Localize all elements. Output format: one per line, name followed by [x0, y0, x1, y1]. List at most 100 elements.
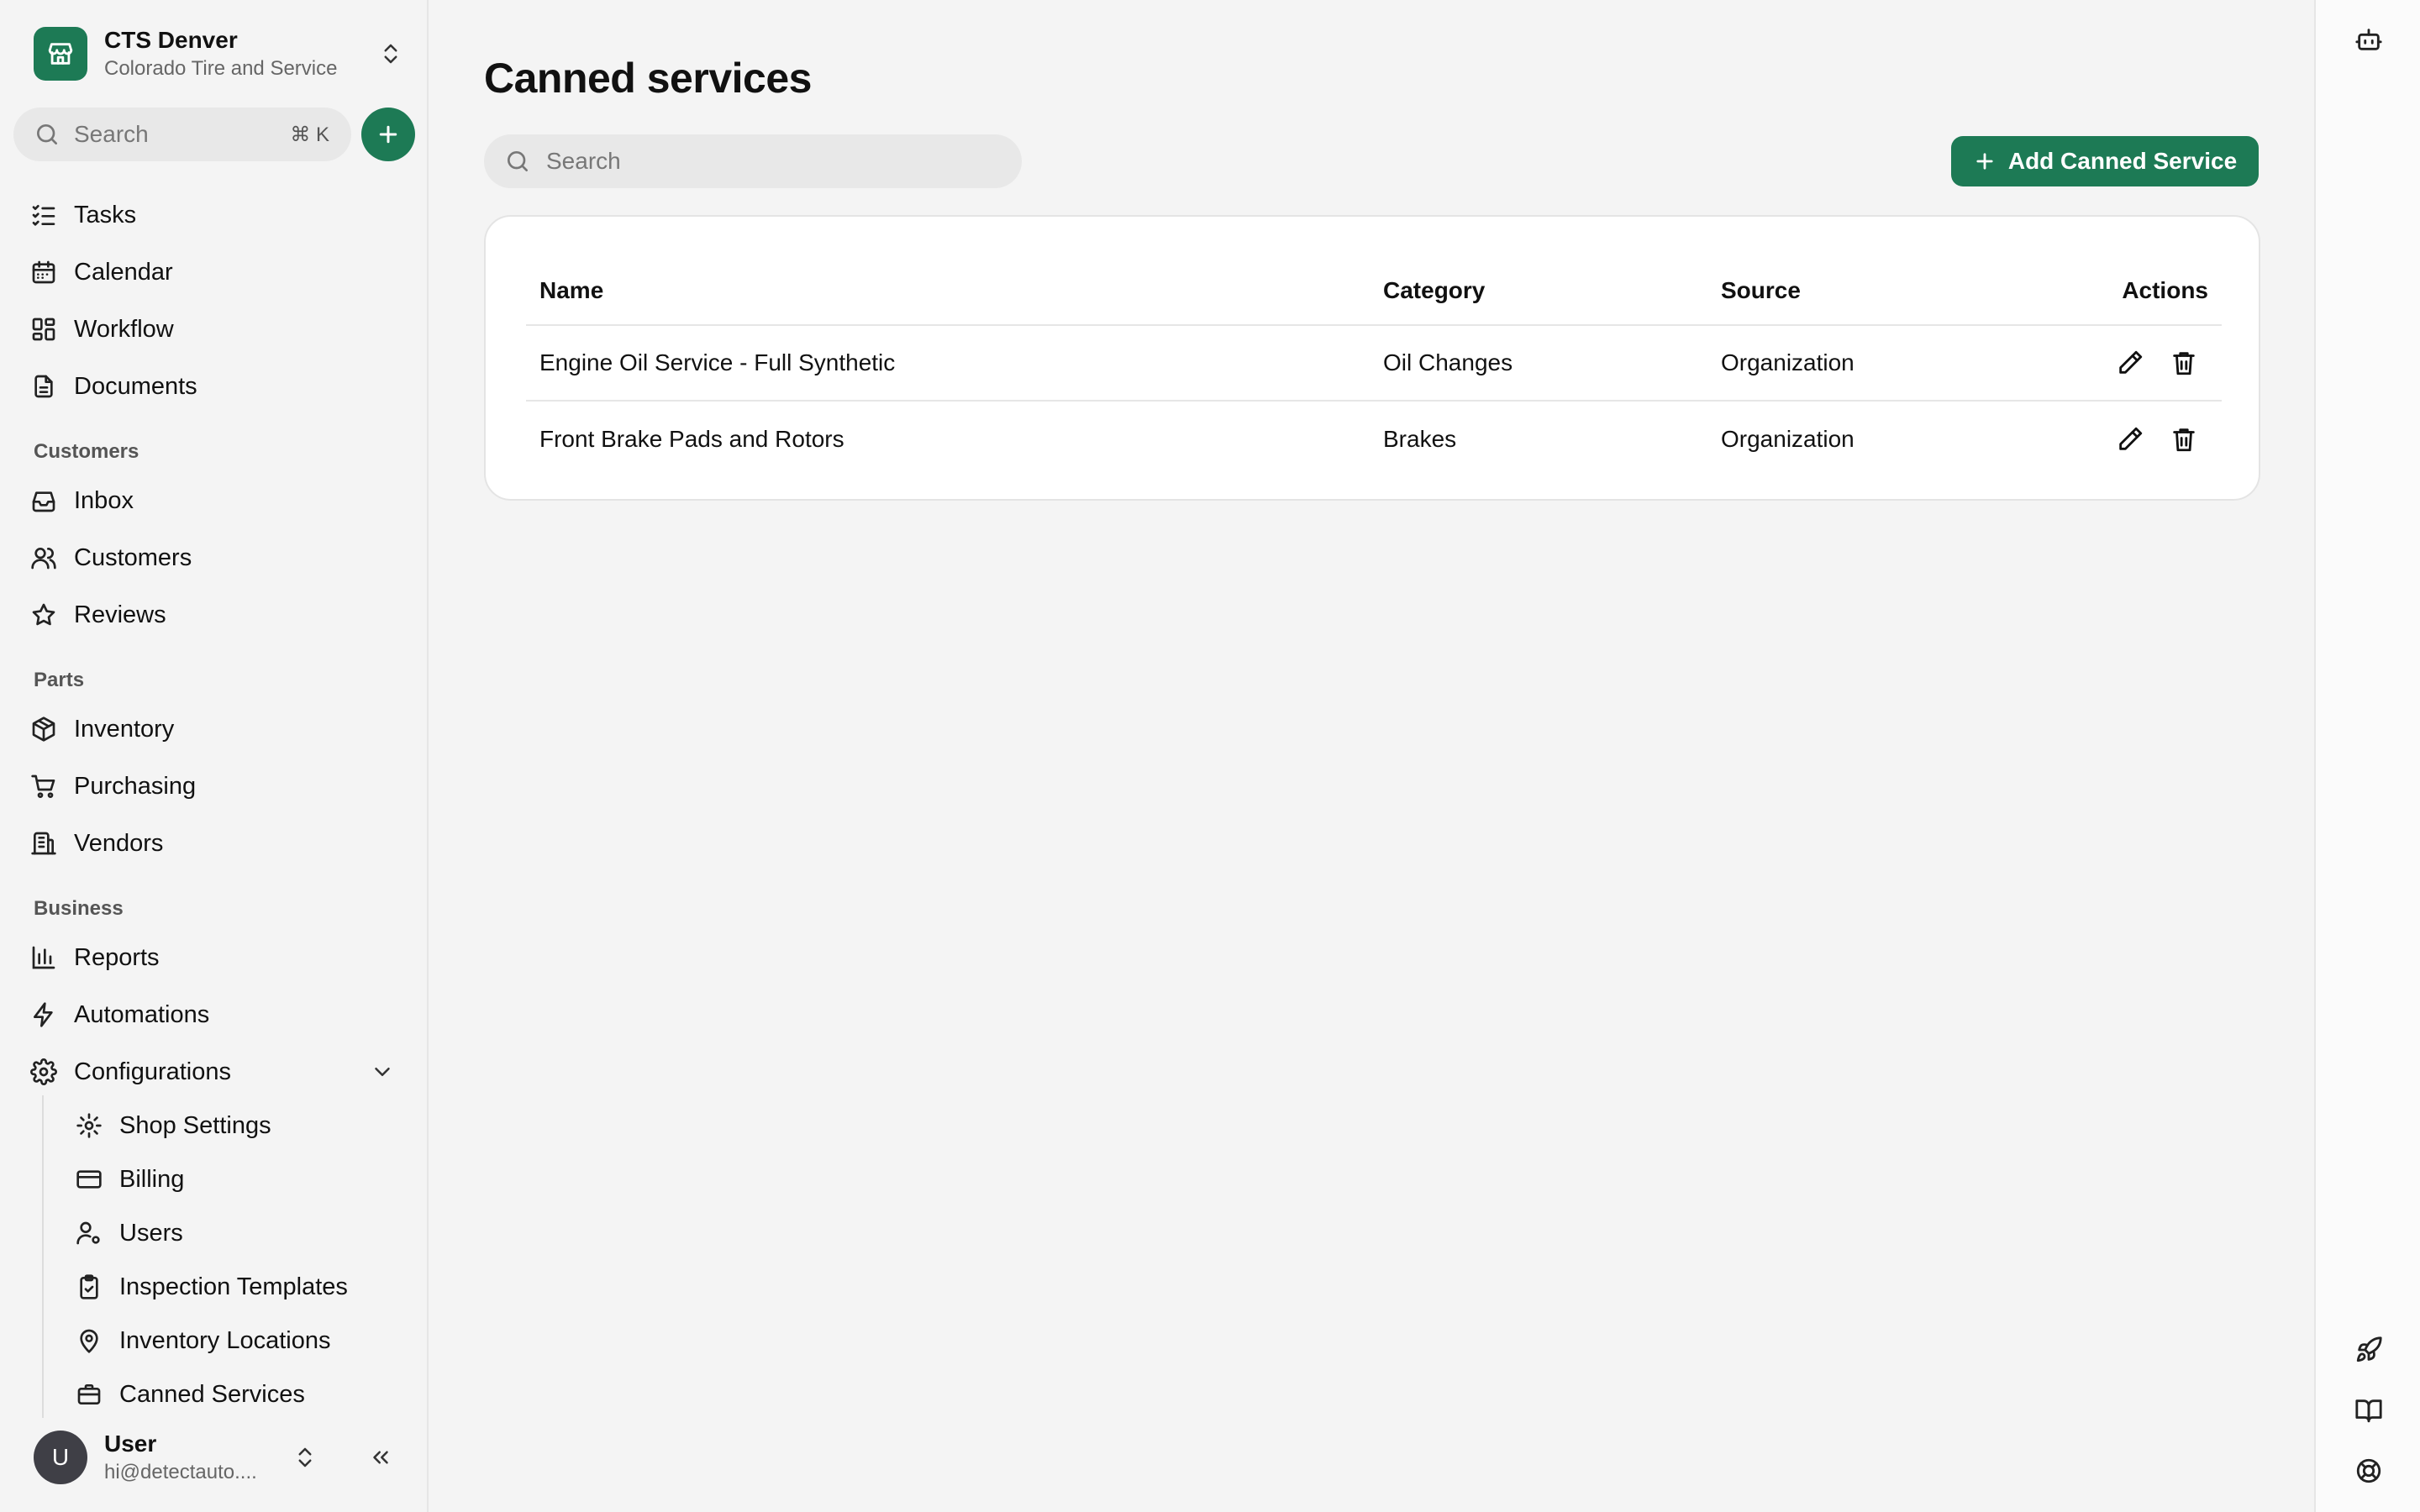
canned-services-search[interactable]: Search — [484, 134, 1022, 188]
chevrons-up-down-icon — [378, 41, 403, 66]
header-name[interactable]: Name — [539, 277, 603, 304]
main-content: Canned services Search Add Canned Servic… — [430, 0, 2312, 1512]
sidebar-item-label: Documents — [74, 372, 197, 400]
sidebar-item-label: Purchasing — [74, 772, 197, 800]
sidebar-item-label: Automations — [74, 1000, 210, 1028]
search-icon — [504, 148, 531, 175]
sidebar-item-tasks[interactable]: Tasks — [30, 197, 136, 234]
search-icon — [34, 121, 60, 148]
row-name: Engine Oil Service - Full Synthetic — [539, 349, 896, 375]
edit-pencil-icon[interactable] — [2116, 349, 2144, 377]
section-business: Business — [34, 897, 124, 920]
sidebar-item-reviews[interactable]: Reviews — [30, 596, 166, 633]
help-lifebuoy-icon[interactable] — [2354, 1457, 2383, 1485]
edit-pencil-icon[interactable] — [2116, 425, 2144, 454]
sidebar-item-label: Billing — [119, 1165, 185, 1193]
row-name: Front Brake Pads and Rotors — [539, 426, 844, 452]
sidebar-item-vendors[interactable]: Vendors — [30, 825, 163, 862]
user-name: User — [104, 1430, 157, 1457]
lightning-icon — [30, 1001, 57, 1028]
briefcase-icon — [76, 1381, 103, 1408]
documents-icon — [30, 373, 57, 400]
sidebar-item-label: Users — [119, 1219, 183, 1247]
add-canned-service-label: Add Canned Service — [2007, 148, 2238, 174]
row-source: Organization — [1721, 349, 1854, 375]
user-email: hi@detectauto.... — [104, 1461, 257, 1484]
sidebar-item-shop-settings[interactable]: Shop Settings — [76, 1107, 271, 1144]
sidebar-item-canned-services[interactable]: Canned Services — [76, 1376, 305, 1413]
user-cog-icon — [76, 1220, 103, 1247]
org-name: CTS Denver — [104, 26, 238, 53]
store-logo — [34, 27, 87, 81]
avatar: U — [34, 1431, 87, 1484]
sidebar-item-label: Inventory Locations — [119, 1326, 331, 1354]
star-icon — [30, 601, 57, 628]
sidebar-item-label: Inspection Templates — [119, 1273, 348, 1300]
sidebar-item-label: Calendar — [74, 258, 173, 286]
users-icon — [30, 544, 57, 571]
sidebar-item-inventory-locations[interactable]: Inventory Locations — [76, 1322, 330, 1359]
row-actions — [2116, 349, 2198, 377]
sidebar-item-calendar[interactable]: Calendar — [30, 254, 173, 291]
canned-services-table: Name Category Source Actions Engine Oil … — [526, 257, 2222, 477]
tasks-icon — [30, 202, 57, 228]
sidebar-item-configurations[interactable]: Configurations — [30, 1053, 231, 1090]
building-icon — [30, 830, 57, 857]
section-customers: Customers — [34, 440, 139, 463]
sidebar-item-label: Tasks — [74, 201, 137, 228]
sidebar-item-label: Reports — [74, 943, 160, 971]
sidebar-search-placeholder: Search — [74, 121, 149, 147]
header-actions: Actions — [2122, 277, 2208, 303]
sidebar-item-reports[interactable]: Reports — [30, 939, 160, 976]
trash-icon[interactable] — [2170, 349, 2198, 377]
add-canned-service-button[interactable]: Add Canned Service — [1951, 136, 2259, 186]
sidebar-item-label: Inventory — [74, 715, 175, 743]
table-row[interactable]: Engine Oil Service - Full Synthetic Oil … — [526, 326, 2222, 402]
sidebar-item-customers[interactable]: Customers — [30, 539, 192, 576]
right-rail — [2314, 0, 2420, 1512]
quick-add-button[interactable] — [361, 108, 415, 161]
collapse-sidebar-icon[interactable] — [368, 1445, 393, 1470]
canned-services-table-card: Name Category Source Actions Engine Oil … — [484, 215, 2260, 501]
table-header: Name Category Source Actions — [526, 257, 2222, 326]
sidebar-item-label: Canned Services — [119, 1380, 305, 1408]
sidebar-item-users[interactable]: Users — [76, 1215, 183, 1252]
map-pin-icon — [76, 1327, 103, 1354]
sidebar-item-label: Configurations — [74, 1058, 231, 1085]
sidebar-item-label: Vendors — [74, 829, 164, 857]
bot-icon[interactable] — [2354, 25, 2383, 54]
rocket-icon[interactable] — [2354, 1336, 2383, 1364]
submenu-guide-line — [42, 1095, 44, 1418]
header-category[interactable]: Category — [1383, 277, 1485, 304]
sidebar-item-purchasing[interactable]: Purchasing — [30, 768, 196, 805]
plus-icon — [376, 122, 401, 147]
table-row[interactable]: Front Brake Pads and Rotors Brakes Organ… — [526, 402, 2222, 477]
chevrons-up-down-icon — [292, 1445, 318, 1470]
inbox-icon — [30, 487, 57, 514]
trash-icon[interactable] — [2170, 425, 2198, 454]
workflow-icon — [30, 316, 57, 343]
sidebar-item-inspection-templates[interactable]: Inspection Templates — [76, 1268, 348, 1305]
search-placeholder: Search — [546, 148, 621, 174]
sidebar-item-inventory[interactable]: Inventory — [30, 711, 174, 748]
credit-card-icon — [76, 1166, 103, 1193]
page-title: Canned services — [484, 55, 812, 102]
sidebar-item-workflow[interactable]: Workflow — [30, 311, 174, 348]
header-source[interactable]: Source — [1721, 277, 1801, 304]
book-open-icon[interactable] — [2354, 1396, 2383, 1425]
sidebar-item-label: Inbox — [74, 486, 134, 514]
bar-chart-icon — [30, 944, 57, 971]
row-actions — [2116, 425, 2198, 454]
sidebar: CTS Denver Colorado Tire and Service Sea… — [0, 0, 429, 1512]
cart-icon — [30, 773, 57, 800]
user-menu[interactable]: U User hi@detectauto.... — [34, 1428, 403, 1487]
sidebar-item-documents[interactable]: Documents — [30, 368, 197, 405]
sidebar-item-inbox[interactable]: Inbox — [30, 482, 134, 519]
section-parts: Parts — [34, 669, 85, 691]
sidebar-item-billing[interactable]: Billing — [76, 1161, 184, 1198]
org-switcher[interactable]: CTS Denver Colorado Tire and Service — [34, 25, 403, 82]
chevron-down-icon[interactable] — [370, 1059, 395, 1084]
sidebar-item-automations[interactable]: Automations — [30, 996, 209, 1033]
sidebar-item-label: Reviews — [74, 601, 166, 628]
sidebar-search[interactable]: Search ⌘ K — [13, 108, 351, 161]
